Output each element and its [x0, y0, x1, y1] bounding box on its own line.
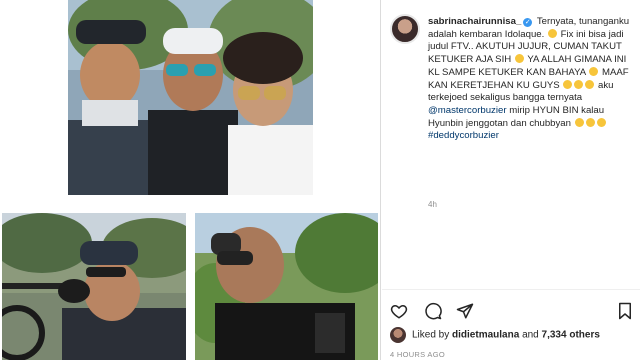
post-detail-panel: sabrinachairunnisa_ ✓ Ternyata, tunangank…	[382, 0, 640, 360]
comment-icon[interactable]	[424, 302, 442, 320]
emoji-sob-icon	[563, 79, 573, 89]
verified-badge-icon: ✓	[523, 18, 533, 27]
emoji-sob-icon	[585, 79, 595, 89]
heart-icon[interactable]	[390, 302, 408, 320]
photo-cyclist[interactable]	[2, 213, 186, 360]
hashtag-link[interactable]: #deddycorbuzier	[428, 130, 499, 141]
share-icon[interactable]	[456, 302, 474, 320]
likes-summary: Liked by didietmaulana and 7,334 others	[390, 327, 635, 343]
post-timestamp: 4 HOURS AGO	[390, 350, 445, 359]
emoji-laugh-icon	[585, 117, 595, 127]
action-bar	[390, 302, 635, 320]
bookmark-icon[interactable]	[616, 302, 634, 320]
caption-time[interactable]: 4h	[428, 200, 437, 209]
emoji-laugh-icon	[574, 117, 584, 127]
emoji-sob-icon	[574, 79, 584, 89]
photo-man-sunglasses[interactable]	[195, 213, 378, 360]
likes-prefix: Liked by	[412, 329, 450, 341]
emoji-crying-icon	[589, 66, 599, 76]
avatar[interactable]	[390, 14, 420, 44]
emoji-grin-icon	[547, 28, 557, 38]
liker-avatar[interactable]	[390, 327, 406, 343]
likes-joiner: and	[522, 329, 539, 341]
emoji-laugh-icon	[596, 117, 606, 127]
liker-link[interactable]: didietmaulana	[452, 330, 519, 341]
likes-count-link[interactable]: 7,334 others	[542, 330, 600, 341]
post-media[interactable]	[0, 0, 381, 360]
photo-group-selfie[interactable]	[68, 0, 313, 195]
mention-link[interactable]: @mastercorbuzier	[428, 105, 507, 116]
emoji-worried-icon	[514, 54, 524, 64]
post-caption: sabrinachairunnisa_ ✓ Ternyata, tunangank…	[428, 16, 633, 143]
username-link[interactable]: sabrinachairunnisa_	[428, 16, 521, 27]
divider	[382, 289, 640, 290]
